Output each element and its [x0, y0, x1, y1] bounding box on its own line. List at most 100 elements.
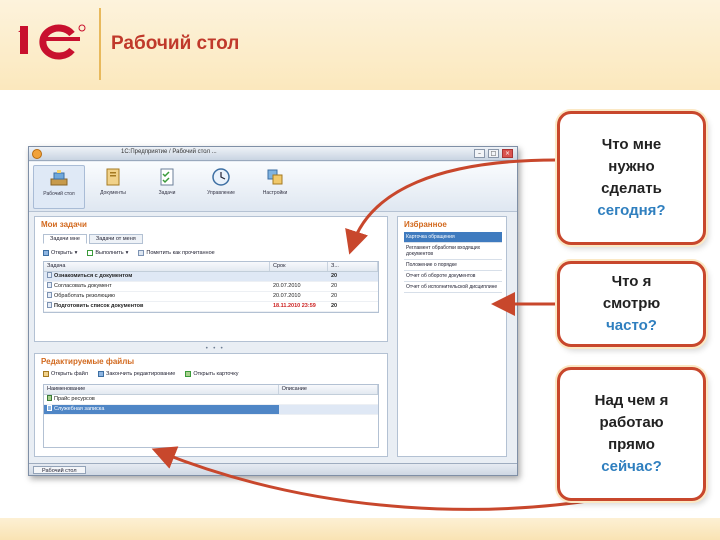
table-row[interactable]: Прайс ресурсов — [44, 395, 378, 405]
task-icon — [47, 302, 52, 308]
callout-line: нужно — [608, 158, 655, 175]
close-icon[interactable]: × — [502, 149, 513, 158]
task-cell: Подготовить список документов — [44, 302, 270, 311]
due-cell: 20.07.2010 — [273, 283, 301, 289]
documents-icon — [106, 168, 120, 186]
task-icon — [47, 292, 52, 298]
toolbar-item-documents[interactable]: Документы — [87, 165, 139, 209]
files-panel-title: Редактируемые файлы — [41, 357, 135, 366]
finish-editing-icon — [98, 371, 104, 377]
toolbar-item-management[interactable]: Управление — [195, 165, 247, 209]
check-icon — [87, 250, 94, 256]
desktop-icon — [50, 170, 68, 186]
count-cell: 20 — [331, 303, 338, 309]
window-controls: – □ × — [474, 149, 513, 158]
list-item[interactable]: Регламент обработки входящих документов — [404, 243, 502, 260]
file-desc-cell — [279, 395, 378, 404]
table-row[interactable]: Обработать резолюцию 20.07.2010 20 — [44, 292, 378, 302]
finish-editing-button[interactable]: Закончить редактирование — [98, 371, 175, 377]
callout-line: прямо — [608, 436, 655, 453]
due-cell: 18.11.2010 23:59 — [273, 303, 316, 309]
column-header-name[interactable]: Наименование — [44, 385, 279, 394]
callout-highlight: сегодня? — [597, 202, 666, 219]
slide-footer — [0, 518, 720, 540]
slide-title: Рабочий стол — [111, 33, 240, 54]
due-cell: 20.07.2010 — [273, 293, 301, 299]
count-cell: 20 — [331, 283, 338, 289]
task-cell: Ознакомиться с документом — [44, 272, 270, 281]
table-row[interactable]: Согласовать документ 20.07.2010 20 — [44, 282, 378, 292]
callout-line: смотрю — [602, 295, 661, 312]
tasks-icon — [160, 168, 174, 186]
tab-tasks-to-me[interactable]: Задачи мне — [43, 234, 87, 244]
task-text: Согласовать документ — [54, 283, 112, 289]
column-header-count[interactable]: З... — [328, 262, 378, 271]
file-icon — [47, 395, 52, 401]
sections-toolbar: Рабочий стол Документы Задачи Управление… — [29, 162, 517, 212]
tasks-command-bar: Открыть ▾ Выполнить ▾ Пометить как прочи… — [43, 250, 215, 256]
due-cell — [270, 272, 328, 281]
list-item[interactable]: Отчет об исполнительской дисциплине — [404, 282, 502, 293]
complete-task-button[interactable]: Выполнить ▾ — [87, 250, 128, 256]
task-icon — [47, 272, 52, 278]
toolbar-item-settings[interactable]: Настройки — [249, 165, 301, 209]
status-tab-desktop[interactable]: Рабочий стол — [33, 466, 86, 474]
tasks-panel: Мои задачи Задачи мне Задачи от меня Отк… — [34, 216, 388, 342]
open-file-label: Открыть файл — [51, 371, 88, 377]
column-header-due[interactable]: Срок — [270, 262, 328, 271]
mark-read-button[interactable]: Пометить как прочитанное — [138, 250, 215, 256]
slide-header: Рабочий стол — [0, 0, 720, 90]
file-name-cell: Служебная записка — [44, 405, 279, 414]
table-row[interactable]: Подготовить список документов 18.11.2010… — [44, 302, 378, 312]
open-task-button[interactable]: Открыть ▾ — [43, 250, 77, 256]
open-file-button[interactable]: Открыть файл — [43, 371, 88, 377]
complete-task-label: Выполнить — [95, 250, 124, 256]
callout-highlight: часто? — [606, 317, 657, 334]
column-header-task[interactable]: Задача — [44, 262, 270, 271]
mark-read-label: Пометить как прочитанное — [146, 250, 215, 256]
toolbar-label: Рабочий стол — [43, 191, 75, 197]
callout-often: Что я смотрю часто? — [557, 261, 706, 347]
list-item[interactable]: Положение о порядке — [404, 260, 502, 271]
open-icon — [43, 250, 49, 256]
file-name-cell: Прайс ресурсов — [44, 395, 279, 404]
panel-splitter[interactable]: • • • — [205, 345, 224, 352]
callout-highlight: сейчас? — [601, 458, 662, 475]
file-desc-cell — [278, 405, 378, 414]
list-item[interactable]: Отчет об обороте документов — [404, 271, 502, 282]
column-header-description[interactable]: Описание — [279, 385, 378, 394]
task-text: Ознакомиться с документом — [54, 273, 133, 279]
finish-editing-label: Закончить редактирование — [106, 371, 176, 377]
window-title: 1С:Предприятие / Рабочий стол ... — [121, 149, 217, 155]
files-table-header: Наименование Описание — [44, 385, 378, 395]
file-name-text: Прайс ресурсов — [54, 396, 95, 402]
tasks-table-header: Задача Срок З... — [44, 262, 378, 272]
table-row[interactable]: Ознакомиться с документом 20 — [44, 272, 378, 282]
task-cell: Согласовать документ — [44, 282, 270, 291]
1c-logo-icon — [18, 24, 86, 60]
minimize-icon[interactable]: – — [474, 149, 485, 158]
tasks-tabs: Задачи мне Задачи от меня — [43, 234, 143, 244]
table-row[interactable]: Служебная записка — [44, 405, 378, 415]
callout-line: Что я — [611, 273, 652, 290]
tab-tasks-from-me[interactable]: Задачи от меня — [88, 234, 143, 244]
toolbar-item-desktop[interactable]: Рабочий стол — [33, 165, 85, 209]
callout-line: сделать — [601, 180, 662, 197]
files-panel: Редактируемые файлы Открыть файл Закончи… — [34, 353, 388, 457]
callout-now: Над чем я работаю прямо сейчас? — [557, 367, 706, 501]
maximize-icon[interactable]: □ — [488, 149, 499, 158]
card-icon — [185, 371, 192, 377]
files-command-bar: Открыть файл Закончить редактирование От… — [43, 371, 238, 377]
list-item[interactable]: Карточка обращения — [404, 232, 502, 243]
task-text: Обработать резолюцию — [54, 293, 116, 299]
callout-line: работаю — [599, 414, 664, 431]
toolbar-label: Задачи — [158, 190, 176, 196]
task-cell: Обработать резолюцию — [44, 292, 270, 301]
mark-icon — [138, 250, 145, 256]
open-card-label: Открыть карточку — [193, 371, 239, 377]
toolbar-label: Настройки — [262, 190, 288, 196]
open-card-button[interactable]: Открыть карточку — [185, 371, 238, 377]
open-file-icon — [43, 371, 49, 377]
app-window: 1С:Предприятие / Рабочий стол ... – □ × … — [28, 146, 518, 476]
toolbar-item-tasks[interactable]: Задачи — [141, 165, 193, 209]
